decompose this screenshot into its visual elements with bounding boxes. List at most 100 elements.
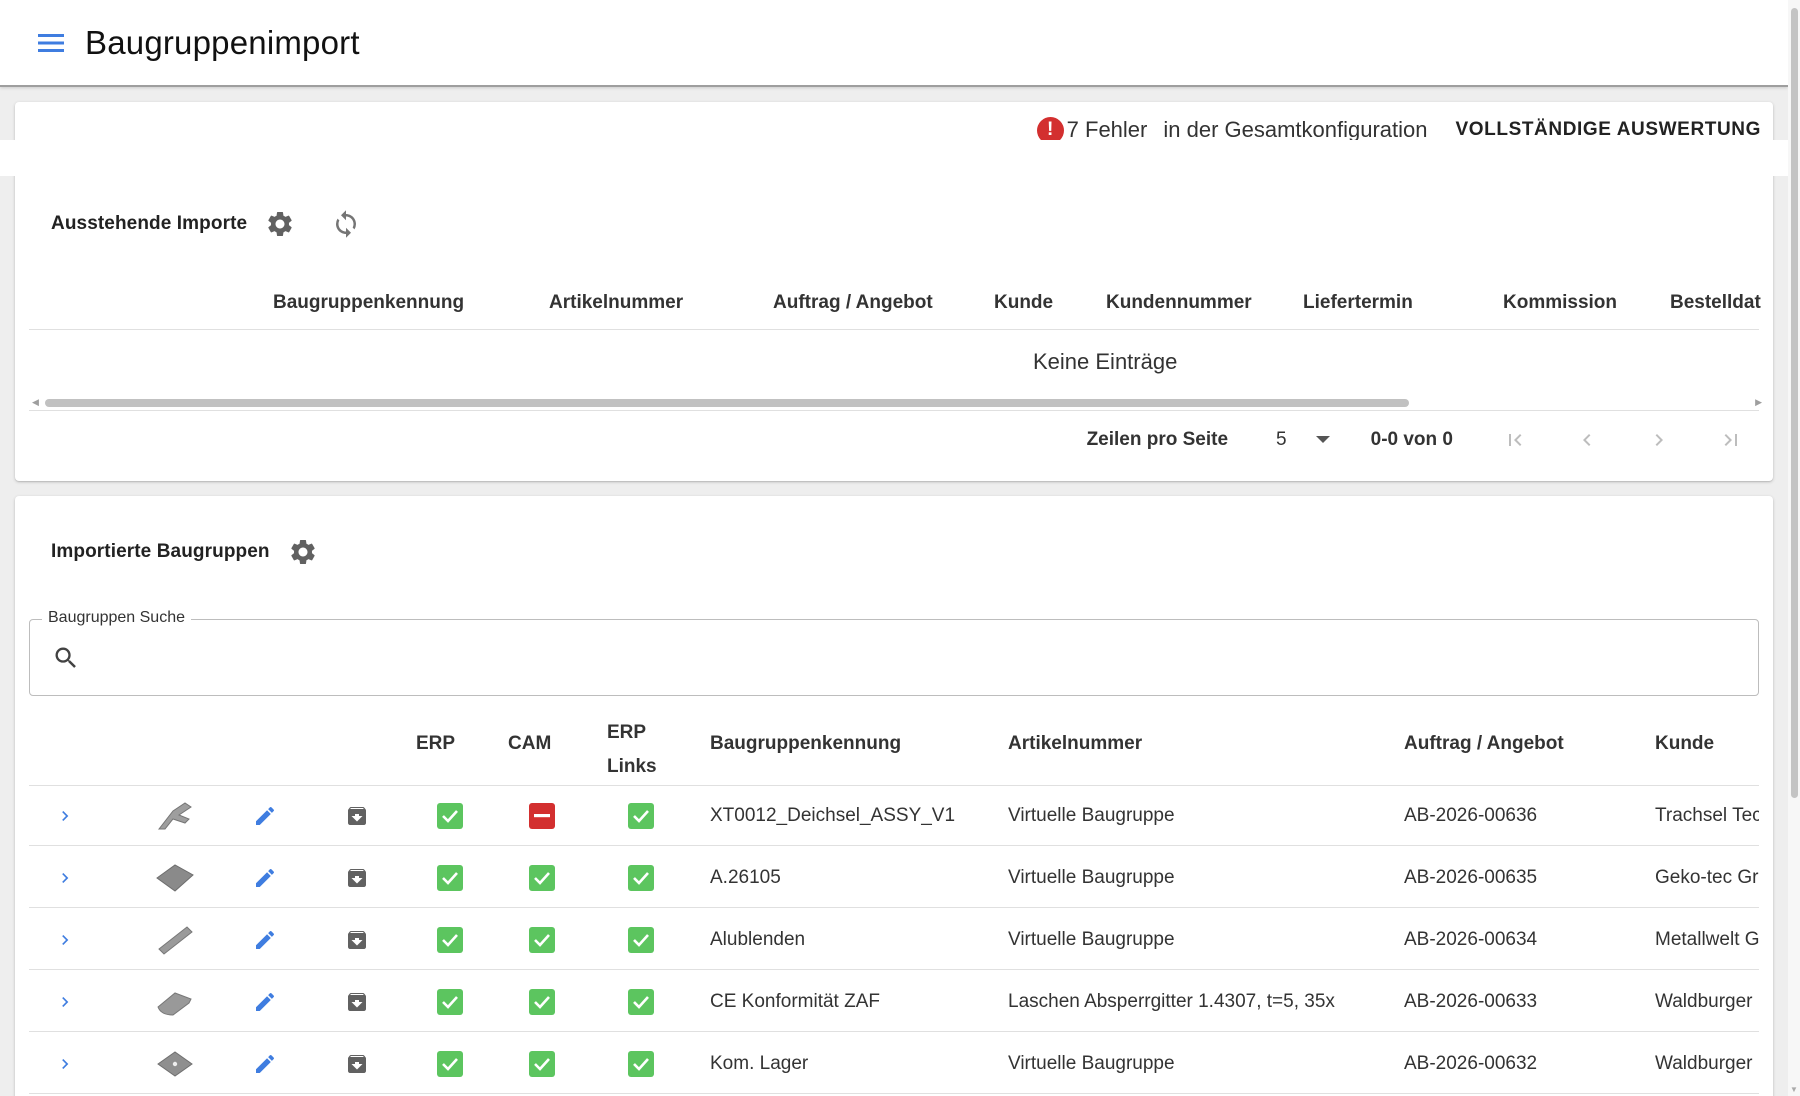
cell-artikelnummer: Laschen Absperrgitter 1.4307, t=5, 35x bbox=[1008, 991, 1335, 1012]
erp-links-status-checkbox bbox=[628, 1034, 654, 1094]
erp-links-status-checkbox bbox=[628, 848, 654, 908]
check-icon bbox=[437, 927, 463, 953]
bar-part-icon bbox=[155, 910, 195, 970]
cell-kunde: Waldburger bbox=[1655, 1053, 1753, 1074]
table-row[interactable]: XT0012_Deichsel_ASSY_V1 Virtuelle Baugru… bbox=[29, 786, 1759, 846]
column-header-erp-links[interactable]: ERP Links bbox=[607, 716, 657, 784]
expand-row-icon[interactable] bbox=[55, 1034, 75, 1094]
edit-icon[interactable] bbox=[253, 848, 277, 908]
scroll-left-icon[interactable]: ◀ bbox=[32, 397, 39, 408]
search-input[interactable] bbox=[92, 638, 1732, 678]
cam-status-checkbox bbox=[529, 972, 555, 1032]
edit-icon[interactable] bbox=[253, 786, 277, 846]
erp-links-status-checkbox bbox=[628, 910, 654, 970]
tab-part-icon bbox=[155, 972, 195, 1032]
expand-row-icon[interactable] bbox=[55, 786, 75, 846]
divider bbox=[29, 410, 1759, 411]
column-header-cam[interactable]: CAM bbox=[508, 733, 551, 755]
column-header-kommission[interactable]: Kommission bbox=[1503, 292, 1617, 314]
cell-baugruppenkennung: Kom. Lager bbox=[710, 1053, 809, 1074]
last-page-icon[interactable] bbox=[1719, 428, 1743, 452]
cell-kunde: Metallwelt G bbox=[1655, 929, 1759, 950]
check-icon bbox=[628, 865, 654, 891]
check-icon bbox=[529, 865, 555, 891]
cell-artikelnummer: Virtuelle Baugruppe bbox=[1008, 867, 1175, 888]
column-header-kunde[interactable]: Kunde bbox=[994, 292, 1053, 314]
next-page-icon[interactable] bbox=[1647, 428, 1671, 452]
imported-section-header: Importierte Baugruppen bbox=[51, 532, 318, 572]
edit-icon[interactable] bbox=[253, 1034, 277, 1094]
cell-auftrag: AB-2026-00632 bbox=[1404, 1053, 1538, 1074]
erp-status-checkbox bbox=[437, 1034, 463, 1094]
column-header-kunde[interactable]: Kunde bbox=[1655, 733, 1714, 755]
cam-status-checkbox bbox=[529, 1034, 555, 1094]
column-header-auftrag[interactable]: Auftrag / Angebot bbox=[773, 292, 933, 314]
search-field[interactable]: Baugruppen Suche bbox=[29, 609, 1759, 696]
table-row[interactable]: Kom. Lager Virtuelle Baugruppe AB-2026-0… bbox=[29, 1034, 1759, 1094]
rows-per-page-label: Zeilen pro Seite bbox=[1086, 429, 1229, 450]
column-header-artikelnummer[interactable]: Artikelnummer bbox=[1008, 733, 1142, 755]
column-header-kundennummer[interactable]: Kundennummer bbox=[1106, 292, 1252, 314]
first-page-icon[interactable] bbox=[1503, 428, 1527, 452]
scrollbar-thumb[interactable] bbox=[1791, 8, 1798, 798]
table-row[interactable]: CE Konformität ZAF Laschen Absperrgitter… bbox=[29, 972, 1759, 1032]
check-icon bbox=[437, 1051, 463, 1077]
gear-icon[interactable] bbox=[265, 209, 295, 239]
horizontal-scrollbar[interactable]: ◀ ▶ bbox=[31, 394, 1763, 410]
scroll-down-icon[interactable]: ▼ bbox=[1790, 1085, 1798, 1094]
check-icon bbox=[437, 865, 463, 891]
check-icon bbox=[628, 803, 654, 829]
page-range: 0-0 von 0 bbox=[1370, 429, 1453, 450]
archive-icon[interactable] bbox=[345, 848, 369, 908]
cell-kunde: Trachsel Tec bbox=[1655, 805, 1759, 826]
refresh-icon[interactable] bbox=[331, 209, 361, 239]
check-icon bbox=[437, 989, 463, 1015]
column-header-liefertermin[interactable]: Liefertermin bbox=[1303, 292, 1413, 314]
column-header-baugruppenkennung[interactable]: Baugruppenkennung bbox=[273, 292, 464, 314]
column-header-erp-links-line2: Links bbox=[607, 756, 657, 777]
erp-links-status-checkbox bbox=[628, 786, 654, 846]
column-header-baugruppenkennung[interactable]: Baugruppenkennung bbox=[710, 733, 901, 755]
dropdown-arrow-icon[interactable] bbox=[1315, 435, 1331, 445]
full-evaluation-button[interactable]: VOLLSTÄNDIGE AUSWERTUNG bbox=[1456, 119, 1761, 141]
column-header-bestelldatum[interactable]: Bestelldat bbox=[1670, 292, 1761, 314]
empty-state-text: Keine Einträge bbox=[1033, 349, 1178, 374]
previous-page-icon[interactable] bbox=[1575, 428, 1599, 452]
cell-baugruppenkennung: A.26105 bbox=[710, 867, 781, 888]
gear-icon[interactable] bbox=[288, 537, 318, 567]
archive-icon[interactable] bbox=[345, 972, 369, 1032]
archive-icon[interactable] bbox=[345, 786, 369, 846]
expand-row-icon[interactable] bbox=[55, 972, 75, 1032]
cell-kunde: Waldburger bbox=[1655, 991, 1753, 1012]
edit-icon[interactable] bbox=[253, 972, 277, 1032]
scrollbar-thumb[interactable] bbox=[45, 399, 1409, 407]
cam-status-checkbox bbox=[529, 848, 555, 908]
expand-row-icon[interactable] bbox=[55, 910, 75, 970]
edit-icon[interactable] bbox=[253, 910, 277, 970]
table-row[interactable]: A.26105 Virtuelle Baugruppe AB-2026-0063… bbox=[29, 848, 1759, 908]
app-bar: Baugruppenimport bbox=[0, 0, 1788, 87]
archive-icon[interactable] bbox=[345, 910, 369, 970]
page-title: Baugruppenimport bbox=[85, 23, 360, 61]
check-icon bbox=[529, 1051, 555, 1077]
erp-status-checkbox bbox=[437, 972, 463, 1032]
cam-status-checkbox bbox=[529, 786, 555, 846]
rows-per-page-value[interactable]: 5 bbox=[1276, 429, 1287, 451]
column-header-auftrag[interactable]: Auftrag / Angebot bbox=[1404, 733, 1564, 755]
column-header-erp[interactable]: ERP bbox=[416, 733, 455, 755]
menu-icon[interactable] bbox=[29, 21, 73, 65]
erp-status-checkbox bbox=[437, 848, 463, 908]
search-icon bbox=[52, 644, 80, 677]
column-header-artikelnummer[interactable]: Artikelnummer bbox=[549, 292, 683, 314]
vertical-scrollbar[interactable]: ▼ bbox=[1788, 0, 1800, 1096]
flange-part-icon bbox=[155, 1034, 195, 1094]
column-header-erp-links-line1: ERP bbox=[607, 722, 647, 743]
cam-status-checkbox bbox=[529, 910, 555, 970]
cell-auftrag: AB-2026-00635 bbox=[1404, 867, 1538, 888]
archive-icon[interactable] bbox=[345, 1034, 369, 1094]
expand-row-icon[interactable] bbox=[55, 848, 75, 908]
table-row[interactable]: Alublenden Virtuelle Baugruppe AB-2026-0… bbox=[29, 910, 1759, 970]
scroll-right-icon[interactable]: ▶ bbox=[1755, 397, 1762, 408]
cell-kunde: Geko-tec Gr bbox=[1655, 867, 1759, 888]
search-label: Baugruppen Suche bbox=[42, 609, 191, 627]
